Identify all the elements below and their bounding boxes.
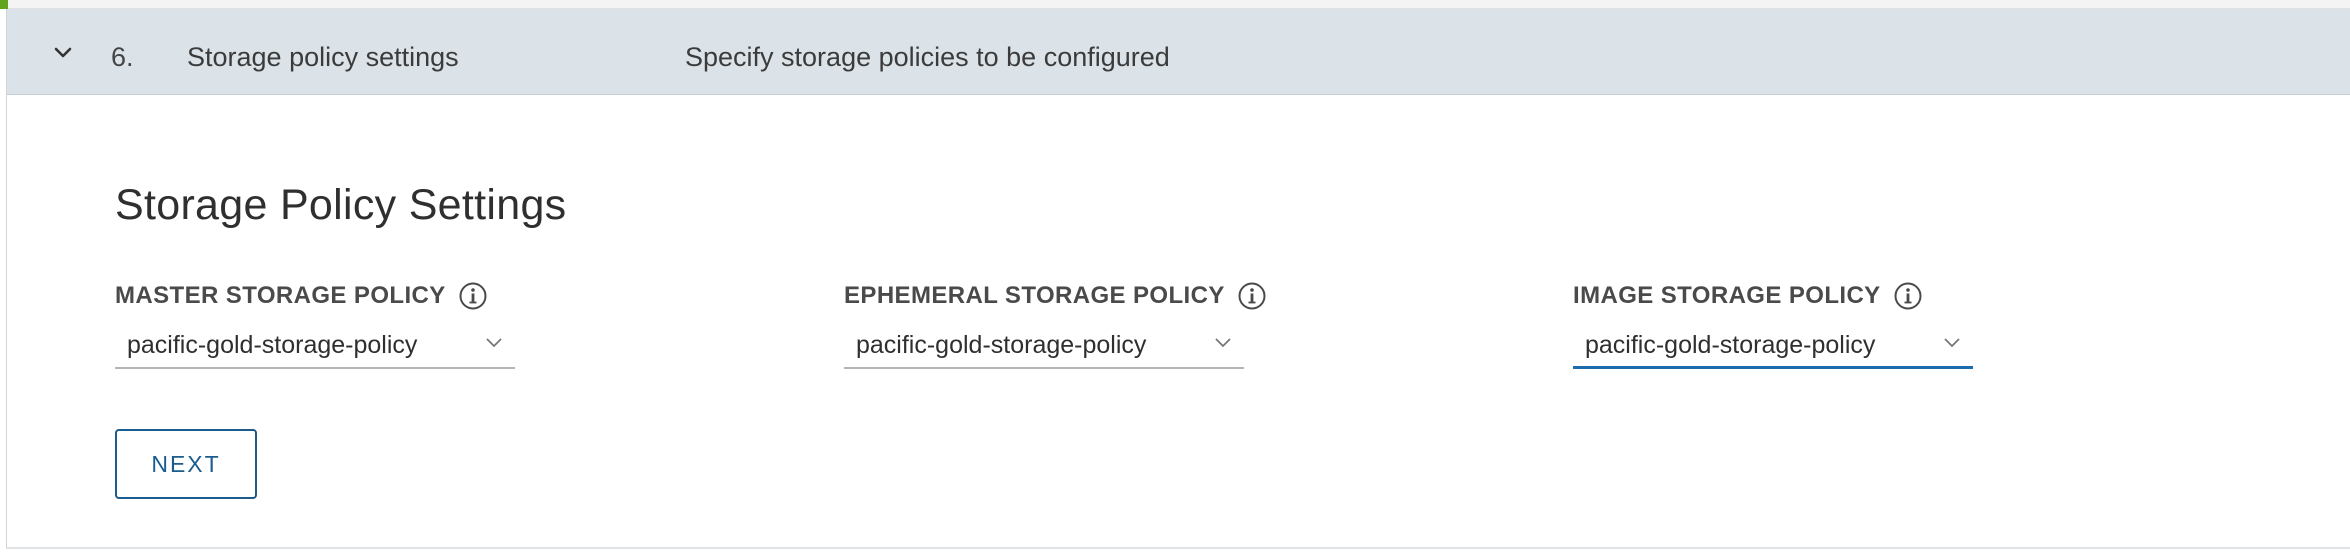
chevron-down-icon xyxy=(1944,338,1960,348)
chevron-down-icon xyxy=(486,338,502,348)
chevron-down-icon[interactable] xyxy=(53,45,73,61)
chevron-down-icon xyxy=(1215,338,1231,348)
ephemeral-storage-policy-label-row: EPHEMERAL STORAGE POLICY xyxy=(844,279,1267,313)
ephemeral-storage-policy-label: EPHEMERAL STORAGE POLICY xyxy=(844,282,1225,309)
next-button[interactable]: NEXT xyxy=(115,429,257,499)
section-title: Storage Policy Settings xyxy=(115,181,567,229)
image-storage-policy-label-row: IMAGE STORAGE POLICY xyxy=(1573,279,1973,313)
step-number: 6. xyxy=(111,42,134,72)
ephemeral-storage-policy-field: EPHEMERAL STORAGE POLICY pacific-gold-st… xyxy=(844,279,1267,369)
ephemeral-storage-policy-value: pacific-gold-storage-policy xyxy=(856,331,1147,359)
info-icon[interactable] xyxy=(1237,281,1267,311)
master-storage-policy-field: MASTER STORAGE POLICY pacific-gold-stora… xyxy=(115,279,515,369)
info-icon[interactable] xyxy=(458,281,488,311)
master-storage-policy-select[interactable]: pacific-gold-storage-policy xyxy=(115,325,515,369)
master-storage-policy-label: MASTER STORAGE POLICY xyxy=(115,282,446,309)
step-status-accent xyxy=(0,0,8,9)
step-header[interactable]: 6. Storage policy settings Specify stora… xyxy=(7,9,2350,95)
image-storage-policy-value: pacific-gold-storage-policy xyxy=(1585,331,1876,359)
image-storage-policy-label: IMAGE STORAGE POLICY xyxy=(1573,282,1881,309)
info-icon[interactable] xyxy=(1893,281,1923,311)
step-title: Storage policy settings xyxy=(187,42,459,72)
step-description: Specify storage policies to be configure… xyxy=(685,42,1170,72)
ephemeral-storage-policy-select[interactable]: pacific-gold-storage-policy xyxy=(844,325,1244,369)
previous-step-border xyxy=(0,0,2350,9)
image-storage-policy-field: IMAGE STORAGE POLICY pacific-gold-storag… xyxy=(1573,279,1973,369)
storage-policy-step-panel: 6. Storage policy settings Specify stora… xyxy=(6,9,2350,549)
image-storage-policy-select[interactable]: pacific-gold-storage-policy xyxy=(1573,325,1973,369)
master-storage-policy-value: pacific-gold-storage-policy xyxy=(127,331,418,359)
master-storage-policy-label-row: MASTER STORAGE POLICY xyxy=(115,279,515,313)
